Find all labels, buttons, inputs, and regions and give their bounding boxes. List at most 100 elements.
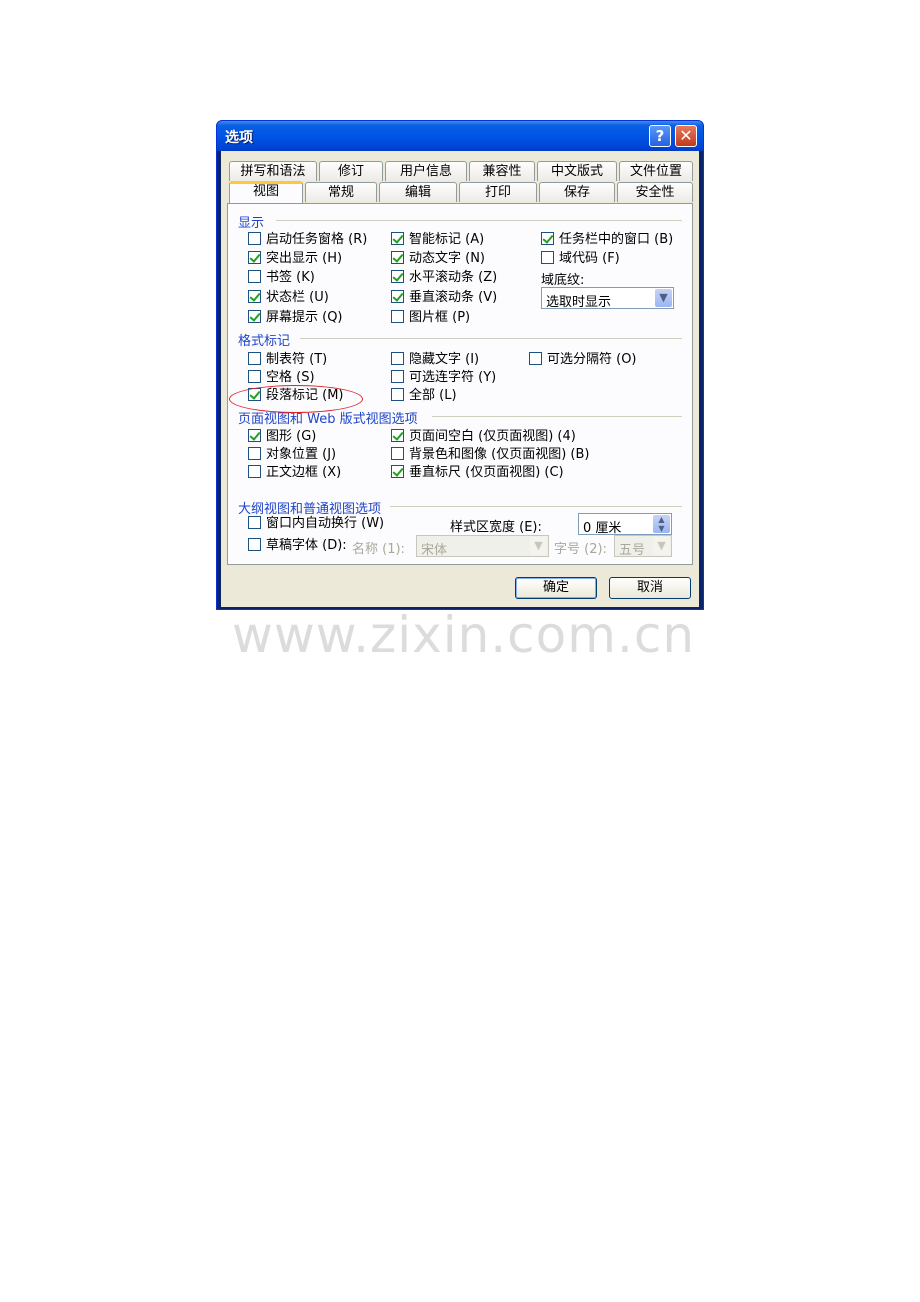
background-checkbox[interactable]: 背景色和图像 (仅页面视图) (B): [391, 447, 589, 463]
checkbox-label: 书签 (K): [266, 270, 315, 285]
checkbox-icon: [391, 388, 404, 401]
vertical-ruler-checkbox[interactable]: 垂直标尺 (仅页面视图) (C): [391, 465, 564, 481]
tab-print[interactable]: 打印: [459, 182, 537, 202]
tab-characters-checkbox[interactable]: 制表符 (T): [248, 352, 327, 368]
text-boundaries-checkbox[interactable]: 正文边框 (X): [248, 465, 341, 481]
windows-in-taskbar-checkbox[interactable]: 任务栏中的窗口 (B): [541, 232, 673, 248]
checkbox-label: 突出显示 (H): [266, 251, 343, 266]
checkbox-icon: [541, 251, 554, 264]
animated-text-checkbox[interactable]: 动态文字 (N): [391, 251, 485, 267]
font-size-value: 五号: [619, 543, 646, 558]
field-shading-label: 域底纹:: [541, 273, 585, 288]
checked-checkbox-icon: [541, 232, 554, 245]
tab-edit[interactable]: 编辑: [379, 182, 457, 202]
white-space-checkbox[interactable]: 页面间空白 (仅页面视图) (4): [391, 429, 576, 445]
startup-task-pane-checkbox[interactable]: 启动任务窗格 (R): [248, 232, 367, 248]
optional-breaks-checkbox[interactable]: 可选分隔符 (O): [529, 352, 637, 368]
checkbox-label: 图片框 (P): [409, 310, 471, 325]
tab-user-info[interactable]: 用户信息: [385, 161, 467, 181]
checkbox-icon: [248, 538, 261, 551]
dialog-client: 拼写和语法 修订 用户信息 兼容性 中文版式 文件位置 视图 常规 编辑 打印 …: [221, 151, 699, 607]
field-shading-select[interactable]: 选取时显示 ▼: [541, 287, 674, 310]
display-group-heading: 显示: [238, 216, 265, 231]
smart-tags-checkbox[interactable]: 智能标记 (A): [391, 232, 484, 248]
font-name-label: 名称 (1):: [352, 542, 405, 557]
draft-font-checkbox[interactable]: 草稿字体 (D):: [248, 538, 347, 554]
picture-placeholders-checkbox[interactable]: 图片框 (P): [391, 310, 470, 326]
horizontal-scroll-checkbox[interactable]: 水平滚动条 (Z): [391, 270, 497, 286]
help-button[interactable]: ?: [649, 125, 671, 147]
checkbox-label: 全部 (L): [409, 388, 457, 403]
checkbox-icon: [248, 447, 261, 460]
vertical-scroll-checkbox[interactable]: 垂直滚动条 (V): [391, 290, 497, 306]
checkbox-icon: [391, 370, 404, 383]
field-codes-checkbox[interactable]: 域代码 (F): [541, 251, 620, 267]
checked-checkbox-icon: [391, 232, 404, 245]
tab-compatibility[interactable]: 兼容性: [469, 161, 535, 181]
checkbox-icon: [391, 310, 404, 323]
tab-save[interactable]: 保存: [539, 182, 615, 202]
checkbox-label: 任务栏中的窗口 (B): [559, 232, 674, 247]
checkbox-label: 正文边框 (X): [266, 465, 342, 480]
checkbox-label: 隐藏文字 (I): [409, 352, 480, 367]
checked-checkbox-icon: [248, 251, 261, 264]
formatting-marks-heading: 格式标记: [238, 334, 291, 349]
checked-checkbox-icon: [391, 251, 404, 264]
field-shading-value: 选取时显示: [546, 295, 612, 310]
optional-hyphens-checkbox[interactable]: 可选连字符 (Y): [391, 370, 496, 386]
close-button[interactable]: ✕: [675, 125, 697, 147]
hidden-text-checkbox[interactable]: 隐藏文字 (I): [391, 352, 479, 368]
checked-checkbox-icon: [391, 465, 404, 478]
bookmarks-checkbox[interactable]: 书签 (K): [248, 270, 315, 286]
all-marks-checkbox[interactable]: 全部 (L): [391, 388, 457, 404]
style-area-width-spinner[interactable]: 0 厘米 ▲ ▼: [578, 513, 672, 536]
tab-file-locations[interactable]: 文件位置: [619, 161, 693, 181]
group-divider: [300, 338, 682, 339]
chevron-down-icon[interactable]: ▼: [655, 289, 672, 307]
wrap-to-window-checkbox[interactable]: 窗口内自动换行 (W): [248, 516, 384, 532]
watermark-text: www.zixin.com.cn: [232, 606, 696, 664]
checkbox-label: 空格 (S): [266, 370, 315, 385]
object-anchors-checkbox[interactable]: 对象位置 (J): [248, 447, 336, 463]
spaces-checkbox[interactable]: 空格 (S): [248, 370, 315, 386]
checkbox-label: 图形 (G): [266, 429, 317, 444]
checkbox-icon: [248, 232, 261, 245]
tab-chinese-typography[interactable]: 中文版式: [537, 161, 617, 181]
font-name-select[interactable]: 宋体 ▼: [416, 535, 549, 558]
ok-button[interactable]: 确定: [515, 577, 597, 599]
tab-spelling-grammar[interactable]: 拼写和语法: [229, 161, 317, 181]
options-dialog: 选项 ? ✕ 拼写和语法 修订 用户信息 兼容性 中文版式 文件位置 视图 常规…: [216, 120, 704, 610]
dialog-title: 选项: [225, 130, 253, 146]
checked-checkbox-icon: [391, 290, 404, 303]
checkbox-icon: [529, 352, 542, 365]
tab-view[interactable]: 视图: [229, 181, 303, 203]
checkbox-icon: [391, 352, 404, 365]
tab-security[interactable]: 安全性: [617, 182, 693, 202]
font-size-select[interactable]: 五号 ▼: [614, 535, 672, 558]
tab-track-changes[interactable]: 修订: [319, 161, 383, 181]
screentips-checkbox[interactable]: 屏幕提示 (Q): [248, 310, 343, 326]
checkbox-icon: [248, 370, 261, 383]
spin-updown-icon[interactable]: ▲ ▼: [653, 515, 670, 533]
checkbox-icon: [248, 465, 261, 478]
cancel-button[interactable]: 取消: [609, 577, 691, 599]
checkbox-label: 水平滚动条 (Z): [409, 270, 498, 285]
checkbox-label: 启动任务窗格 (R): [266, 232, 368, 247]
checkbox-icon: [248, 352, 261, 365]
checkbox-label: 草稿字体 (D):: [266, 538, 347, 553]
chevron-down-icon[interactable]: ▼: [530, 537, 547, 555]
status-bar-checkbox[interactable]: 状态栏 (U): [248, 290, 329, 306]
checkbox-label: 窗口内自动换行 (W): [266, 516, 385, 531]
checked-checkbox-icon: [248, 310, 261, 323]
style-area-width-value: 0 厘米: [583, 521, 622, 536]
highlight-checkbox[interactable]: 突出显示 (H): [248, 251, 342, 267]
checked-checkbox-icon: [391, 270, 404, 283]
chevron-down-icon[interactable]: ▼: [653, 537, 670, 555]
drawings-checkbox[interactable]: 图形 (G): [248, 429, 316, 445]
checkbox-label: 垂直标尺 (仅页面视图) (C): [409, 465, 564, 480]
checkbox-label: 动态文字 (N): [409, 251, 486, 266]
group-divider: [432, 416, 682, 417]
tab-general[interactable]: 常规: [305, 182, 377, 202]
group-divider: [390, 506, 682, 507]
checkbox-icon: [391, 447, 404, 460]
